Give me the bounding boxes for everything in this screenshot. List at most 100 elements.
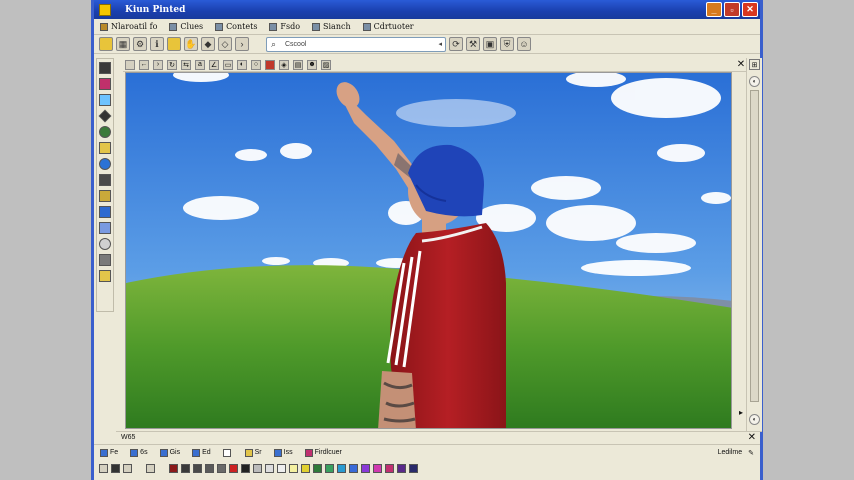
crop-icon[interactable] [125, 59, 135, 70]
stretch-icon[interactable]: ▭ [223, 59, 233, 70]
close-icon[interactable]: ✕ [736, 59, 746, 70]
menu-help[interactable]: Cdrtuoter [357, 20, 420, 34]
ellipse-tool-icon[interactable] [99, 238, 111, 250]
color-swatch[interactable] [301, 464, 310, 473]
filter-icon[interactable]: ▨ [321, 59, 331, 70]
swap-icon[interactable] [123, 464, 132, 473]
bottom-tab-3[interactable]: Gis [159, 448, 189, 457]
flip-icon[interactable]: ⇆ [181, 59, 191, 70]
bottom-tab-5[interactable] [222, 448, 241, 457]
chevron-right-icon[interactable]: › [235, 37, 249, 51]
minimize-button[interactable]: _ [706, 2, 722, 17]
color-swatch[interactable] [265, 464, 274, 473]
forward-icon[interactable]: › [153, 59, 163, 70]
mask-icon[interactable]: ◈ [279, 59, 289, 70]
status-close-icon[interactable]: ✕ [748, 432, 756, 443]
bottom-tab-2[interactable]: 6s [130, 448, 155, 457]
fg-color-icon[interactable] [99, 464, 108, 473]
bottom-tab-8[interactable]: Firdlcuer [304, 448, 350, 457]
menu-image[interactable]: Fsdo [263, 20, 306, 34]
color-swatch[interactable] [337, 464, 346, 473]
folder-icon[interactable] [167, 37, 181, 51]
back-icon[interactable]: ← [139, 59, 149, 70]
menu-view[interactable]: Contets [209, 20, 263, 34]
bottom-tab-4[interactable]: Ed [192, 448, 219, 457]
select-tool-icon[interactable] [99, 62, 111, 74]
hand-icon[interactable]: ✋ [184, 37, 198, 51]
color-swatch[interactable] [217, 464, 226, 473]
text-icon[interactable]: a [195, 59, 205, 70]
color-swatch[interactable] [397, 464, 406, 473]
color-swatch[interactable] [361, 464, 370, 473]
pencil-icon[interactable]: ✎ [748, 449, 754, 457]
menu-colors[interactable]: Sianch [306, 20, 357, 34]
info-icon[interactable]: ℹ [150, 37, 164, 51]
menu-file[interactable]: Nlaroatil fo [94, 20, 163, 34]
eraser-icon[interactable] [99, 94, 111, 106]
search-input[interactable]: ⌕ Cscool ◂ [266, 36, 446, 52]
line-tool-icon[interactable] [99, 222, 111, 234]
shield-icon[interactable]: ⛨ [500, 37, 514, 51]
color-swatch[interactable] [373, 464, 382, 473]
free-select-icon[interactable] [99, 78, 111, 90]
magnifier-icon[interactable] [99, 142, 111, 154]
vertical-scrollbar[interactable]: ⊞ ◐ ◐ [746, 58, 762, 431]
color-swatch[interactable] [313, 464, 322, 473]
color-swatch[interactable] [325, 464, 334, 473]
pin-corner-icon[interactable]: ⊞ [749, 59, 760, 70]
menu-edit[interactable]: Clues [163, 20, 209, 34]
person-icon[interactable]: ☺ [517, 37, 531, 51]
bottom-tab-7[interactable]: Iss [273, 448, 301, 457]
bottom-tab-1[interactable]: Fe [100, 448, 126, 457]
scroll-thumb[interactable] [750, 90, 759, 402]
bucket-icon[interactable] [146, 464, 155, 473]
pencil-tool-icon[interactable] [99, 158, 111, 170]
tools-icon[interactable]: ⚒ [466, 37, 480, 51]
color-swatch[interactable] [253, 464, 262, 473]
diamond-icon[interactable]: ◆ [201, 37, 215, 51]
brush-icon[interactable] [99, 174, 111, 186]
menu-view-label: Contets [226, 22, 258, 31]
scroll-down-icon[interactable]: ◐ [749, 414, 760, 425]
polygon-tool-icon[interactable] [99, 270, 111, 282]
color-picker-icon[interactable] [99, 126, 111, 138]
record-icon[interactable] [265, 59, 275, 70]
scroll-up-icon[interactable]: ◐ [749, 76, 760, 87]
circle-icon[interactable]: ○ [251, 59, 261, 70]
palette-icon[interactable]: ◐ [237, 59, 247, 70]
color-swatch[interactable] [205, 464, 214, 473]
close-button[interactable]: ✕ [742, 2, 758, 17]
airbrush-icon[interactable] [99, 190, 111, 202]
bottom-tab-6[interactable]: Sr [244, 448, 270, 457]
text-tool-icon[interactable] [99, 206, 111, 218]
people-icon[interactable]: ☻ [307, 59, 317, 70]
fill-icon[interactable] [98, 109, 112, 123]
color-swatch[interactable] [181, 464, 190, 473]
color-swatch[interactable] [289, 464, 298, 473]
maximize-button[interactable]: ▫ [724, 2, 740, 17]
layers-icon[interactable]: ▤ [293, 59, 303, 70]
rectangle-tool-icon[interactable] [99, 254, 111, 266]
pin-icon[interactable]: ∠ [209, 59, 219, 70]
settings-icon[interactable]: ⚙ [133, 37, 147, 51]
color-swatch[interactable] [385, 464, 394, 473]
color-swatch[interactable] [169, 464, 178, 473]
gem-icon[interactable]: ◇ [218, 37, 232, 51]
sync-icon[interactable]: ⟳ [449, 37, 463, 51]
color-swatch[interactable] [193, 464, 202, 473]
rotate-icon[interactable]: ↻ [167, 59, 177, 70]
lock-icon[interactable]: ▣ [483, 37, 497, 51]
scroll-right-icon[interactable]: ▸ [739, 408, 743, 417]
color-swatch[interactable] [409, 464, 418, 473]
color-swatch[interactable] [349, 464, 358, 473]
new-icon[interactable] [99, 37, 113, 51]
search-dropdown-icon[interactable]: ◂ [438, 40, 442, 48]
color-swatch[interactable] [229, 464, 238, 473]
title-bar[interactable]: Kiun Pinted _ ▫ ✕ [94, 0, 760, 19]
dropper-icon[interactable] [111, 464, 120, 473]
image-canvas[interactable] [125, 72, 732, 429]
color-swatch[interactable] [241, 464, 250, 473]
bottom-tab-7-label: Iss [283, 449, 293, 456]
color-swatch[interactable] [277, 464, 286, 473]
grid-icon[interactable]: ▦ [116, 37, 130, 51]
